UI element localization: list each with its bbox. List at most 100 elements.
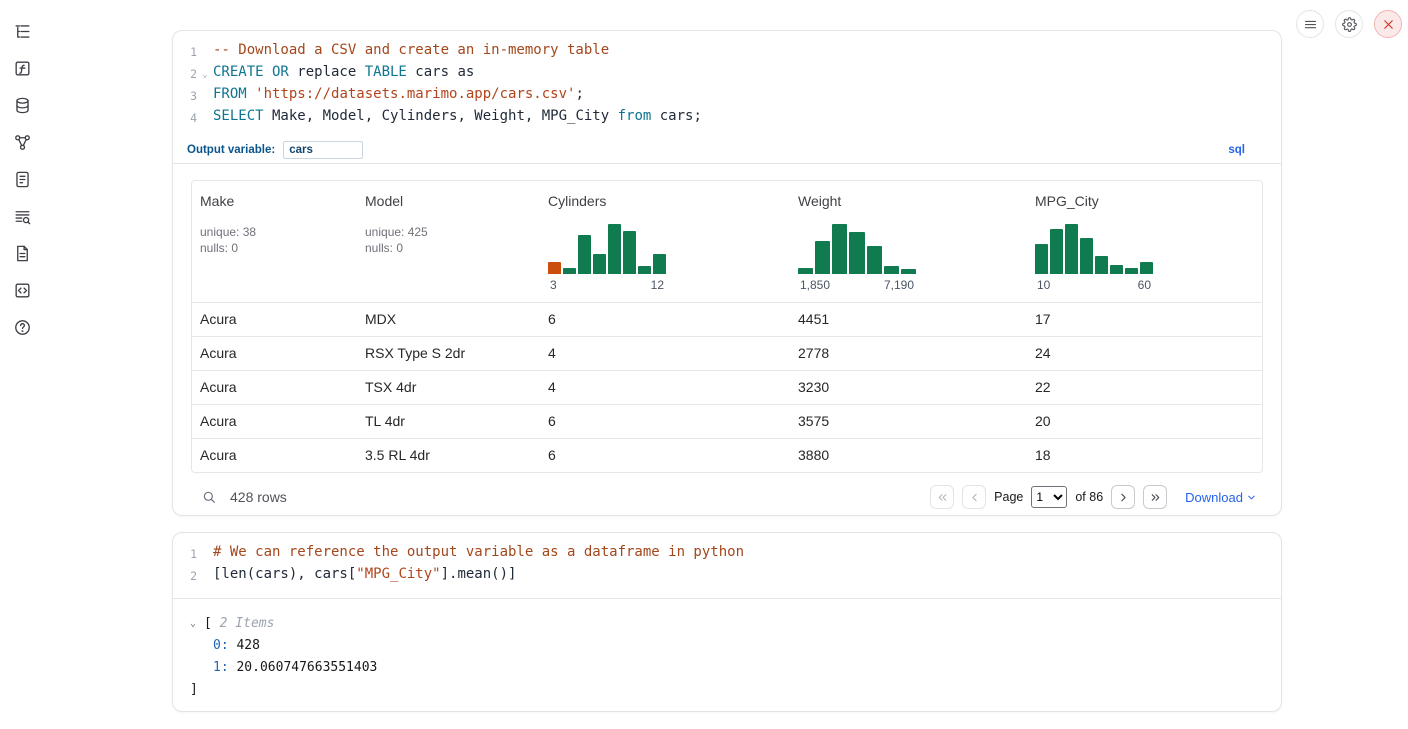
output-variable-label: Output variable:	[187, 144, 275, 156]
table-cell: Acura	[192, 337, 357, 371]
fold-gutter	[197, 107, 213, 129]
snippets-icon[interactable]	[10, 279, 34, 301]
table-row[interactable]: Acura3.5 RL 4dr6388018	[192, 439, 1262, 473]
table-cell: MDX	[357, 303, 540, 337]
left-sidebar	[0, 0, 44, 338]
table-cell: 22	[1027, 371, 1262, 405]
histogram-bar	[849, 232, 864, 274]
table-cell: 18	[1027, 439, 1262, 473]
histogram-bar	[884, 266, 899, 274]
code-line: 4SELECT Make, Model, Cylinders, Weight, …	[173, 107, 1281, 129]
line-number: 4	[173, 107, 197, 129]
download-button[interactable]: Download	[1185, 490, 1257, 505]
table-row[interactable]: AcuraMDX6445117	[192, 303, 1262, 337]
histogram-bar	[608, 224, 621, 274]
histogram-bar	[867, 246, 882, 274]
table-cell: Acura	[192, 371, 357, 405]
datasources-icon[interactable]	[10, 94, 34, 116]
tree-collapse-icon[interactable]: ⌄	[190, 613, 204, 635]
histogram-bar	[1065, 224, 1078, 274]
table-cell: 6	[540, 405, 790, 439]
column-header[interactable]: MPG_City1060	[1027, 181, 1262, 303]
variables-icon[interactable]	[10, 57, 34, 79]
fold-gutter	[197, 565, 213, 587]
histogram-bar	[1110, 265, 1123, 274]
prev-page-button[interactable]	[962, 485, 986, 509]
file-explorer-icon[interactable]	[10, 20, 34, 42]
histogram-bar	[1095, 256, 1108, 274]
top-right-controls	[1296, 10, 1402, 38]
table-cell: TSX 4dr	[357, 371, 540, 405]
close-icon[interactable]	[1374, 10, 1402, 38]
tree-entry-value: 428	[229, 635, 260, 657]
fold-gutter	[197, 41, 213, 63]
table-cell: 17	[1027, 303, 1262, 337]
first-page-button[interactable]	[930, 485, 954, 509]
table-body: AcuraMDX6445117AcuraRSX Type S 2dr427782…	[192, 303, 1262, 473]
output-variable-input[interactable]	[283, 141, 363, 159]
histogram-bar	[1035, 244, 1048, 274]
help-icon[interactable]	[10, 316, 34, 338]
logs-icon[interactable]	[10, 205, 34, 227]
table-cell: 3230	[790, 371, 1027, 405]
table-cell: 3880	[790, 439, 1027, 473]
line-number: 2	[173, 63, 197, 86]
line-number: 2	[173, 565, 197, 587]
scratchpad-icon[interactable]	[10, 168, 34, 190]
histogram-bar	[798, 268, 813, 274]
table-cell: Acura	[192, 439, 357, 473]
table-row[interactable]: AcuraRSX Type S 2dr4277824	[192, 337, 1262, 371]
table-cell: TL 4dr	[357, 405, 540, 439]
fold-gutter	[197, 85, 213, 107]
column-header[interactable]: Cylinders312	[540, 181, 790, 303]
table-cell: 6	[540, 303, 790, 337]
gear-icon[interactable]	[1335, 10, 1363, 38]
column-stats: unique: 425nulls: 0	[365, 224, 536, 256]
histogram-bar	[653, 254, 666, 274]
table-cell: 4	[540, 337, 790, 371]
tree-entry: 1: 20.060747663551403	[173, 657, 1281, 679]
python-code-editor[interactable]: 1# We can reference the output variable …	[173, 533, 1281, 599]
column-header[interactable]: Weight1,8507,190	[790, 181, 1027, 303]
dependency-graph-icon[interactable]	[10, 131, 34, 153]
histogram-bar	[832, 224, 847, 274]
histogram-bar	[1050, 229, 1063, 274]
table-cell: 6	[540, 439, 790, 473]
search-icon[interactable]	[201, 489, 217, 505]
column-histogram: 312	[548, 224, 666, 292]
table-cell: Acura	[192, 303, 357, 337]
last-page-button[interactable]	[1143, 485, 1167, 509]
download-label: Download	[1185, 490, 1243, 505]
column-header[interactable]: Makeunique: 38nulls: 0	[192, 181, 357, 303]
page-select[interactable]: 1	[1031, 486, 1067, 508]
fold-chevron-icon[interactable]: ⌄	[197, 63, 213, 86]
table-cell: 3.5 RL 4dr	[357, 439, 540, 473]
histogram-bar	[593, 254, 606, 274]
histogram-bar	[638, 266, 651, 274]
histogram-bar	[1140, 262, 1153, 274]
tree-root[interactable]: ⌄[ 2 Items	[173, 613, 1281, 635]
column-header[interactable]: Modelunique: 425nulls: 0	[357, 181, 540, 303]
pagination: Page 1 of 86	[930, 485, 1167, 509]
line-number: 1	[173, 41, 197, 63]
hamburger-menu-icon[interactable]	[1296, 10, 1324, 38]
language-badge: sql	[1228, 144, 1245, 156]
python-cell: 1# We can reference the output variable …	[172, 532, 1282, 712]
column-stats: unique: 38nulls: 0	[200, 224, 353, 256]
table-cell: 20	[1027, 405, 1262, 439]
histogram-bar	[901, 269, 916, 274]
line-number: 1	[173, 543, 197, 565]
histogram-bar	[1080, 238, 1093, 274]
code-line: 1-- Download a CSV and create an in-memo…	[173, 41, 1281, 63]
code-line: 2[len(cars), cars["MPG_City"].mean()]	[173, 565, 1281, 587]
tree-entry-key: 0:	[213, 635, 229, 657]
sql-code-editor[interactable]: 1-- Download a CSV and create an in-memo…	[173, 31, 1281, 137]
table-row[interactable]: AcuraTSX 4dr4323022	[192, 371, 1262, 405]
table-cell: 3575	[790, 405, 1027, 439]
table-footer: 428 rows Page 1 of 86 Download	[173, 473, 1281, 509]
next-page-button[interactable]	[1111, 485, 1135, 509]
documentation-icon[interactable]	[10, 242, 34, 264]
tree-entry-value: 20.060747663551403	[229, 657, 378, 679]
table-row[interactable]: AcuraTL 4dr6357520	[192, 405, 1262, 439]
fold-gutter	[197, 543, 213, 565]
